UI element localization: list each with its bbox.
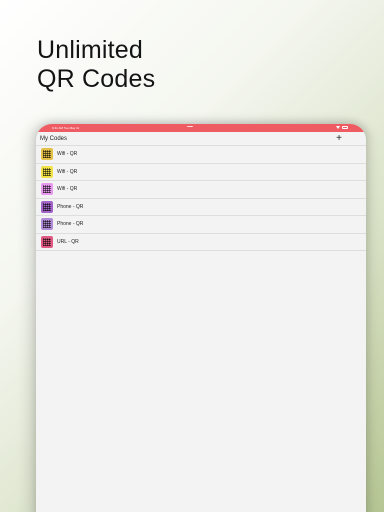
headline-line-2: QR Codes [37,65,156,93]
list-item-label: Wifi - QR [57,186,78,193]
list-item[interactable]: URL - QR [36,234,366,251]
status-time: 9:41 AM Tue May 11 [52,126,80,130]
qr-code-icon [41,235,53,248]
list-item[interactable]: Wifi - QR [36,146,366,164]
add-code-button[interactable]: + [336,133,342,145]
qr-code-icon [41,200,53,213]
status-bar: 9:41 AM Tue May 11 [36,124,366,132]
promo-headline: Unlimited QR Codes [37,36,155,94]
qr-code-icon [41,218,53,231]
qr-code-icon [41,165,53,178]
qr-code-icon [41,148,53,161]
battery-icon [342,126,348,129]
list-item[interactable]: Wifi - QR [36,181,366,199]
status-icons [336,126,348,129]
list-item-label: Wifi - QR [57,168,78,175]
multitask-indicator-icon [187,126,193,127]
list-item-label: Phone - QR [57,221,84,228]
list-item[interactable]: Phone - QR [36,216,366,234]
navigation-bar: My Codes + [36,132,366,146]
list-item[interactable]: Phone - QR [36,199,366,216]
list-item-label: URL - QR [57,238,79,245]
codes-list: Wifi - QR Wifi - QR Wifi - QR Phone - QR… [36,146,366,251]
headline-line-1: Unlimited [37,36,143,64]
list-item-label: Wifi - QR [57,151,78,158]
wifi-icon [336,126,340,129]
qr-code-icon [41,183,53,196]
list-item[interactable]: Wifi - QR [36,164,366,181]
page-title: My Codes [40,135,68,142]
tablet-screen: 9:41 AM Tue May 11 My Codes + Wifi - QR … [36,124,366,512]
list-item-label: Phone - QR [57,203,84,210]
